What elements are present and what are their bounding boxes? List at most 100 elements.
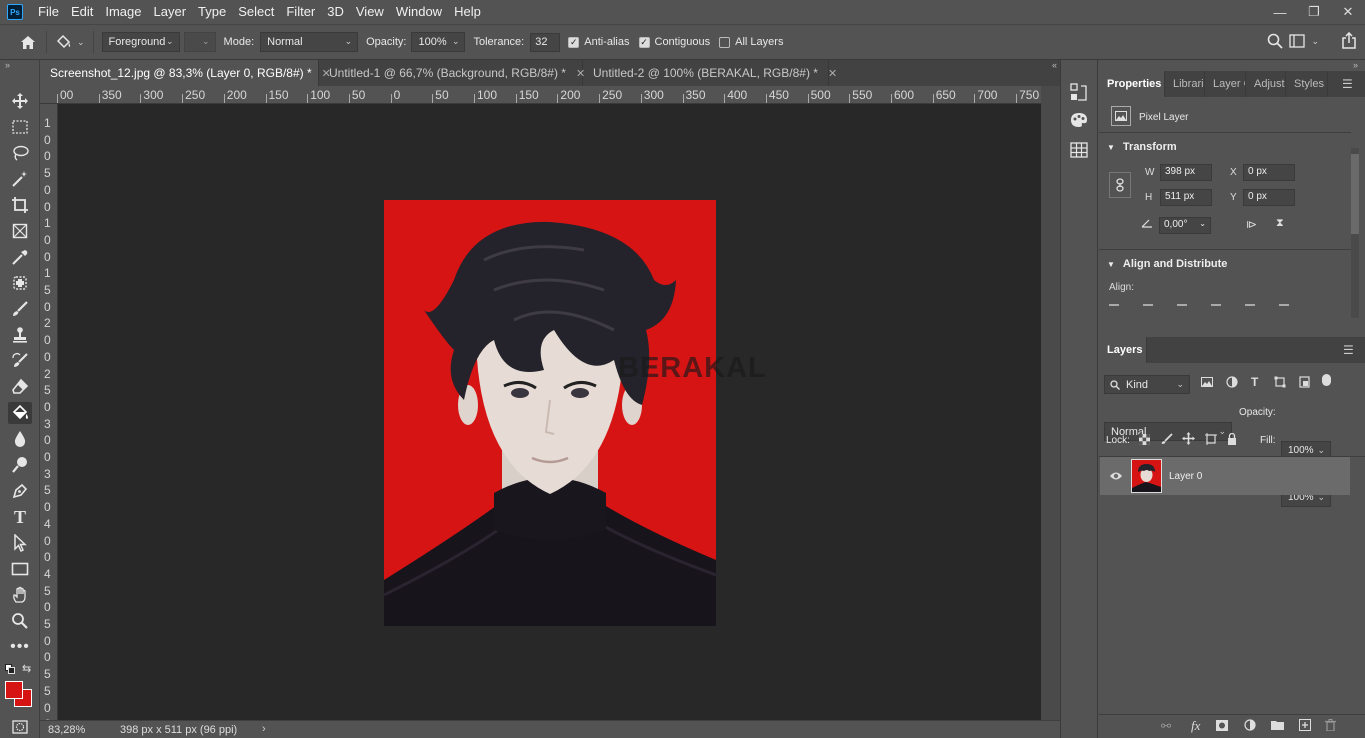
link-layers-icon[interactable]: ⚯	[1161, 719, 1171, 733]
panel-menu-icon[interactable]: ☰	[1342, 77, 1353, 91]
menu-file[interactable]: File	[32, 0, 65, 24]
lock-position-icon[interactable]	[1182, 432, 1195, 448]
crop-tool-icon[interactable]	[8, 194, 32, 216]
properties-scrollbar[interactable]	[1351, 148, 1359, 318]
close-icon[interactable]: ✕	[828, 67, 837, 80]
align-right-icon[interactable]	[1177, 304, 1187, 306]
filter-shape-icon[interactable]	[1274, 376, 1286, 391]
antialias-checkbox[interactable]: ✓ Anti-alias	[568, 36, 630, 48]
lock-artboard-icon[interactable]	[1205, 433, 1217, 448]
marquee-tool-icon[interactable]	[8, 116, 32, 138]
tab-untitled-1[interactable]: Untitled-1 @ 66,7% (Background, RGB/8#) …	[319, 60, 585, 86]
flip-horizontal-icon[interactable]: ⧐	[1246, 218, 1257, 231]
layer-name[interactable]: Layer 0	[1169, 471, 1202, 482]
menu-view[interactable]: View	[350, 0, 390, 24]
align-bottom-icon[interactable]	[1279, 304, 1289, 306]
swap-colors-icon[interactable]: ⇆	[22, 662, 31, 675]
angle-input[interactable]: 0,00° ⌄	[1159, 217, 1211, 234]
more-tools-icon[interactable]: •••	[8, 636, 32, 658]
home-icon[interactable]	[18, 32, 38, 52]
add-mask-icon[interactable]	[1216, 720, 1228, 734]
close-button[interactable]: ✕	[1331, 4, 1365, 20]
zoom-level[interactable]: 83,28%	[48, 724, 85, 736]
tab-screenshot-12[interactable]: Screenshot_12.jpg @ 83,3% (Layer 0, RGB/…	[40, 60, 331, 86]
lock-all-icon[interactable]	[1227, 432, 1237, 448]
panel-menu-icon[interactable]: ☰	[1343, 343, 1354, 357]
paint-bucket-icon[interactable]	[8, 402, 32, 424]
menu-window[interactable]: Window	[390, 0, 448, 24]
layer-filter-select[interactable]: Kind ⌄	[1104, 375, 1190, 394]
type-tool-icon[interactable]: T	[8, 506, 32, 528]
lock-pixels-icon[interactable]	[1161, 433, 1173, 448]
zoom-tool-icon[interactable]	[8, 610, 32, 632]
history-brush-icon[interactable]	[8, 350, 32, 372]
eyedropper-icon[interactable]	[8, 246, 32, 268]
y-input[interactable]: 0 px	[1243, 189, 1295, 206]
menu-type[interactable]: Type	[192, 0, 232, 24]
restore-button[interactable]: ❐	[1297, 4, 1331, 20]
menu-layer[interactable]: Layer	[148, 0, 193, 24]
scroll-thumb[interactable]	[1351, 154, 1359, 234]
tab-untitled-2[interactable]: Untitled-2 @ 100% (BERAKAL, RGB/8#) * ✕	[583, 60, 837, 86]
new-layer-icon[interactable]	[1299, 719, 1311, 734]
transform-header[interactable]: ▼ Transform	[1107, 141, 1177, 153]
dodge-tool-icon[interactable]	[8, 454, 32, 476]
collapse-icon[interactable]: »	[1353, 60, 1358, 70]
color-palette-icon[interactable]	[1070, 112, 1088, 131]
filter-adjustment-icon[interactable]	[1226, 376, 1238, 391]
align-middle-icon[interactable]	[1245, 304, 1255, 306]
fx-icon[interactable]: fx	[1191, 718, 1200, 734]
menu-image[interactable]: Image	[99, 0, 147, 24]
rectangle-tool-icon[interactable]	[8, 558, 32, 580]
layer-row[interactable]: Layer 0	[1100, 457, 1350, 495]
trash-icon[interactable]	[1325, 719, 1336, 734]
menu-help[interactable]: Help	[448, 0, 487, 24]
tab-layer-comps[interactable]: Layer C	[1205, 71, 1246, 97]
menu-edit[interactable]: Edit	[65, 0, 99, 24]
menu-filter[interactable]: Filter	[280, 0, 321, 24]
collapse-icon[interactable]: «	[1052, 60, 1057, 70]
contiguous-checkbox[interactable]: ✓ Contiguous	[638, 36, 710, 48]
workspace-icon[interactable]: ⌄	[1289, 34, 1319, 48]
path-selection-icon[interactable]	[8, 532, 32, 554]
clone-stamp-icon[interactable]	[8, 324, 32, 346]
frame-tool-icon[interactable]	[8, 220, 32, 242]
link-icon[interactable]	[1109, 172, 1131, 198]
tolerance-input[interactable]: 32	[530, 32, 561, 52]
chevron-right-icon[interactable]: ›	[262, 723, 266, 735]
eye-icon[interactable]	[1109, 471, 1123, 484]
align-center-icon[interactable]	[1143, 304, 1153, 306]
filter-type-icon[interactable]: T	[1251, 375, 1258, 389]
filter-smart-object-icon[interactable]	[1299, 376, 1311, 391]
all-layers-checkbox[interactable]: All Layers	[719, 36, 783, 48]
tab-adjustments[interactable]: Adjust	[1246, 71, 1286, 97]
opacity-input[interactable]: 100% ⌄	[411, 32, 466, 52]
tab-libraries[interactable]: Librari	[1165, 71, 1205, 97]
quick-mask-icon[interactable]	[8, 716, 32, 738]
document-artwork[interactable]: BERAKAL	[384, 200, 716, 626]
default-colors-icon[interactable]	[5, 664, 15, 677]
magic-wand-icon[interactable]	[8, 168, 32, 190]
align-header[interactable]: ▼ Align and Distribute	[1107, 258, 1227, 270]
minimize-button[interactable]: —	[1263, 5, 1297, 20]
pen-tool-icon[interactable]	[8, 480, 32, 502]
adjustment-layer-icon[interactable]	[1244, 719, 1256, 734]
share-icon[interactable]	[1341, 31, 1357, 53]
x-input[interactable]: 0 px	[1243, 164, 1295, 181]
collapse-icon[interactable]: »	[5, 60, 10, 70]
search-icon[interactable]	[1267, 33, 1283, 52]
align-top-icon[interactable]	[1211, 304, 1221, 306]
width-input[interactable]: 398 px	[1160, 164, 1212, 181]
filter-toggle-icon[interactable]	[1322, 374, 1331, 386]
mode-select[interactable]: Normal ⌄	[260, 32, 359, 52]
blur-tool-icon[interactable]	[8, 428, 32, 450]
hand-tool-icon[interactable]	[8, 584, 32, 606]
healing-brush-icon[interactable]	[8, 272, 32, 294]
pattern-picker[interactable]: ⌄	[183, 32, 216, 52]
brush-tool-icon[interactable]	[8, 298, 32, 320]
foreground-color-swatch[interactable]	[5, 681, 23, 699]
fill-source-select[interactable]: Foreground ⌄	[101, 32, 180, 52]
new-group-icon[interactable]	[1271, 720, 1284, 733]
lock-transparent-icon[interactable]	[1139, 434, 1150, 448]
history-panel-icon[interactable]	[1070, 82, 1088, 105]
